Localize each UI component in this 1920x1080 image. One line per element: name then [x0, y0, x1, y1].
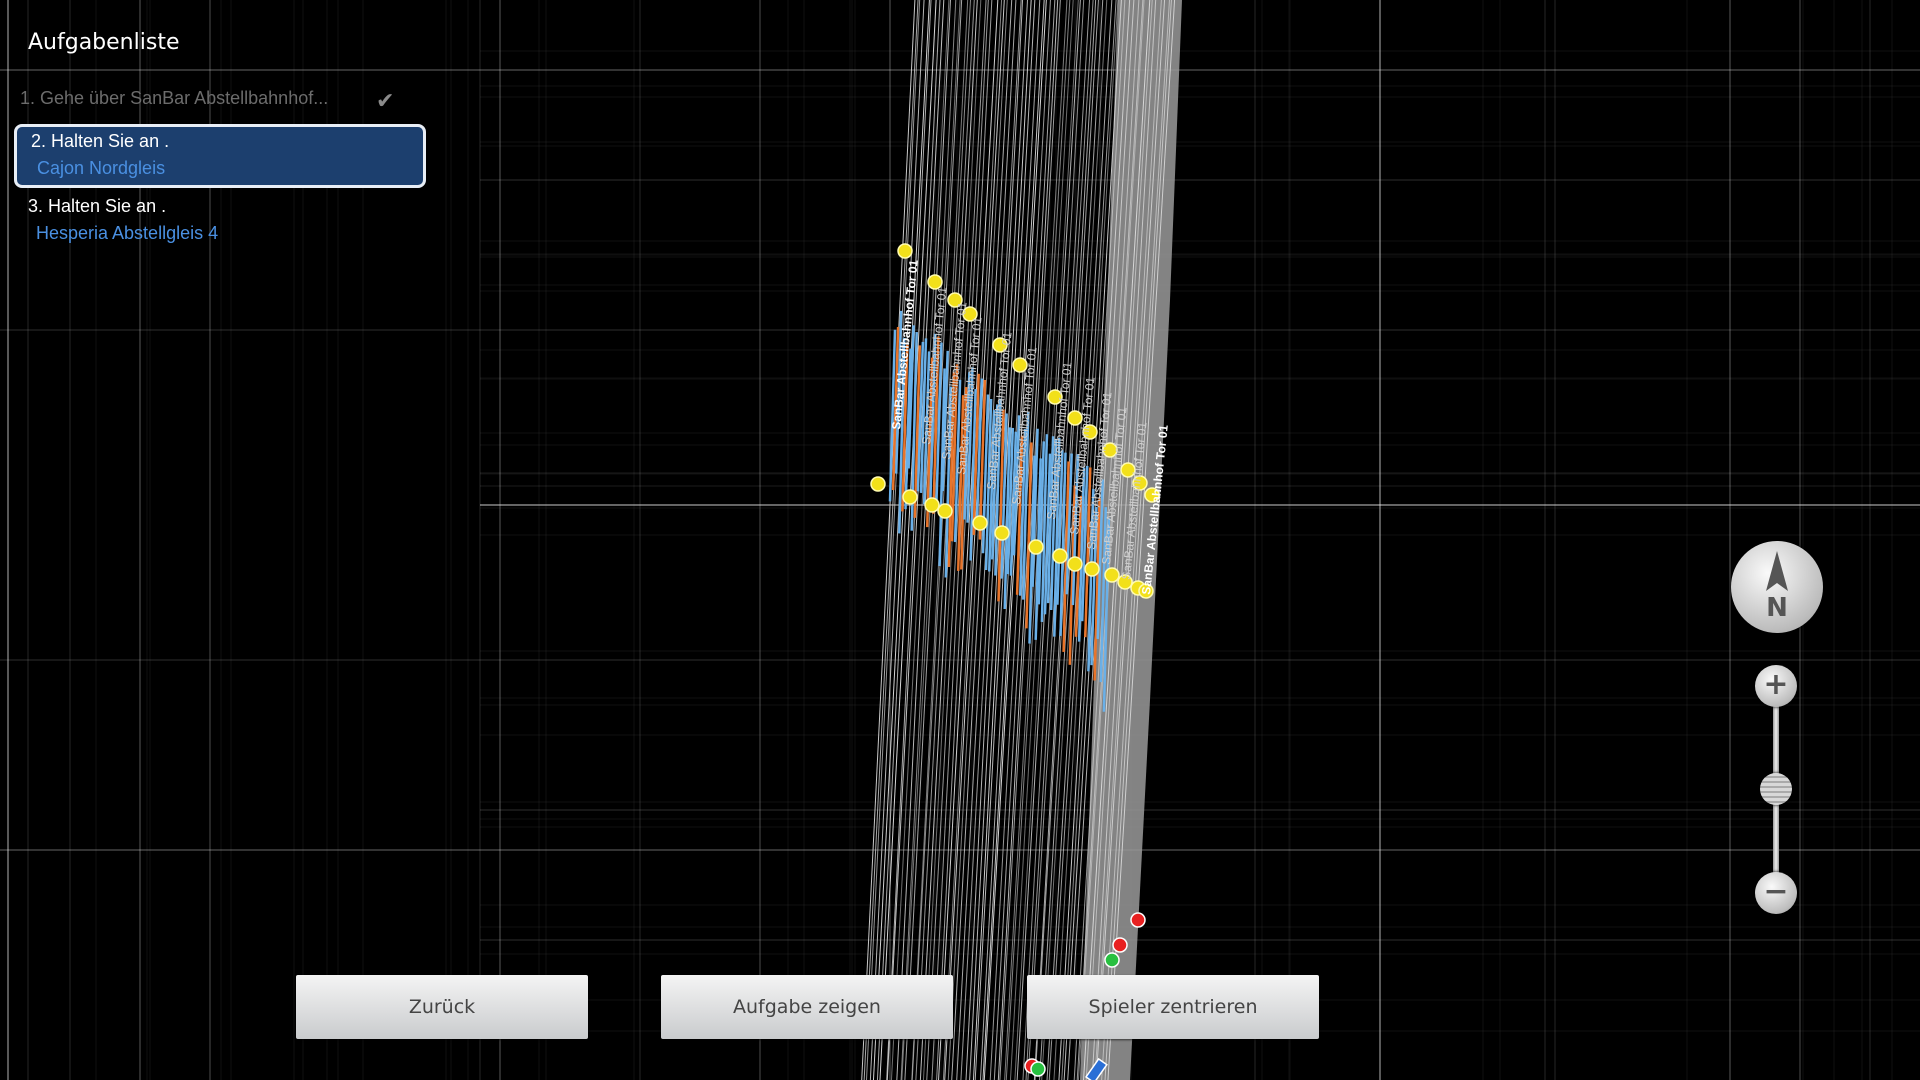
show-task-button[interactable]: Aufgabe zeigen: [661, 975, 953, 1039]
signal-yellow: [1104, 567, 1120, 583]
zoom-out-button[interactable]: −: [1755, 872, 1797, 914]
track-line: [865, 0, 921, 1080]
zoom-in-button[interactable]: +: [1755, 665, 1797, 707]
checkmark-icon: ✔: [376, 88, 395, 113]
task-item-3-location-link[interactable]: Hesperia Abstellgleis 4: [36, 223, 218, 244]
signal-yellow: [1052, 548, 1068, 564]
signal-light: [1030, 1061, 1046, 1077]
track-line: [896, 0, 951, 1080]
compass-north-label: N: [1766, 593, 1788, 623]
task-item-2[interactable]: 2. Halten Sie an . Cajon Nordgleis: [14, 124, 426, 188]
north-arrow-icon: [1766, 551, 1788, 591]
signal-yellow: [897, 243, 913, 259]
signal-yellow: [1067, 556, 1083, 572]
center-player-button[interactable]: Spieler zentrieren: [1027, 975, 1319, 1039]
task-item-2-label: 2. Halten Sie an .: [31, 131, 170, 151]
plus-icon: +: [1763, 667, 1789, 702]
signal-yellow: [1028, 539, 1044, 555]
track-line: [863, 0, 919, 1080]
task-item-2-location-link[interactable]: Cajon Nordgleis: [37, 158, 165, 179]
signal-light: [1112, 937, 1128, 953]
signal-yellow: [924, 497, 940, 513]
compass[interactable]: N: [1731, 541, 1823, 633]
signal-yellow: [870, 476, 886, 492]
signal-light: [1104, 952, 1120, 968]
track-line: [876, 0, 932, 1080]
task-item-3[interactable]: 3. Halten Sie an . Hesperia Abstellgleis…: [14, 196, 426, 252]
minus-icon: −: [1763, 874, 1789, 909]
signal-yellow: [972, 515, 988, 531]
signal-yellow: [902, 489, 918, 505]
signal-yellow: [1084, 561, 1100, 577]
task-item-1[interactable]: 1. Gehe über SanBar Abstellbahnhof... ✔: [14, 88, 426, 118]
task-list-title: Aufgabenliste: [28, 30, 180, 55]
signal-yellow: [994, 525, 1010, 541]
signal-light: [1130, 912, 1146, 928]
signal-yellow: [937, 503, 953, 519]
task-item-3-label: 3. Halten Sie an .: [28, 196, 167, 216]
back-button[interactable]: Zurück: [296, 975, 588, 1039]
zoom-slider-thumb[interactable]: [1760, 772, 1792, 805]
task-item-1-label: 1. Gehe über SanBar Abstellbahnhof...: [20, 88, 329, 108]
